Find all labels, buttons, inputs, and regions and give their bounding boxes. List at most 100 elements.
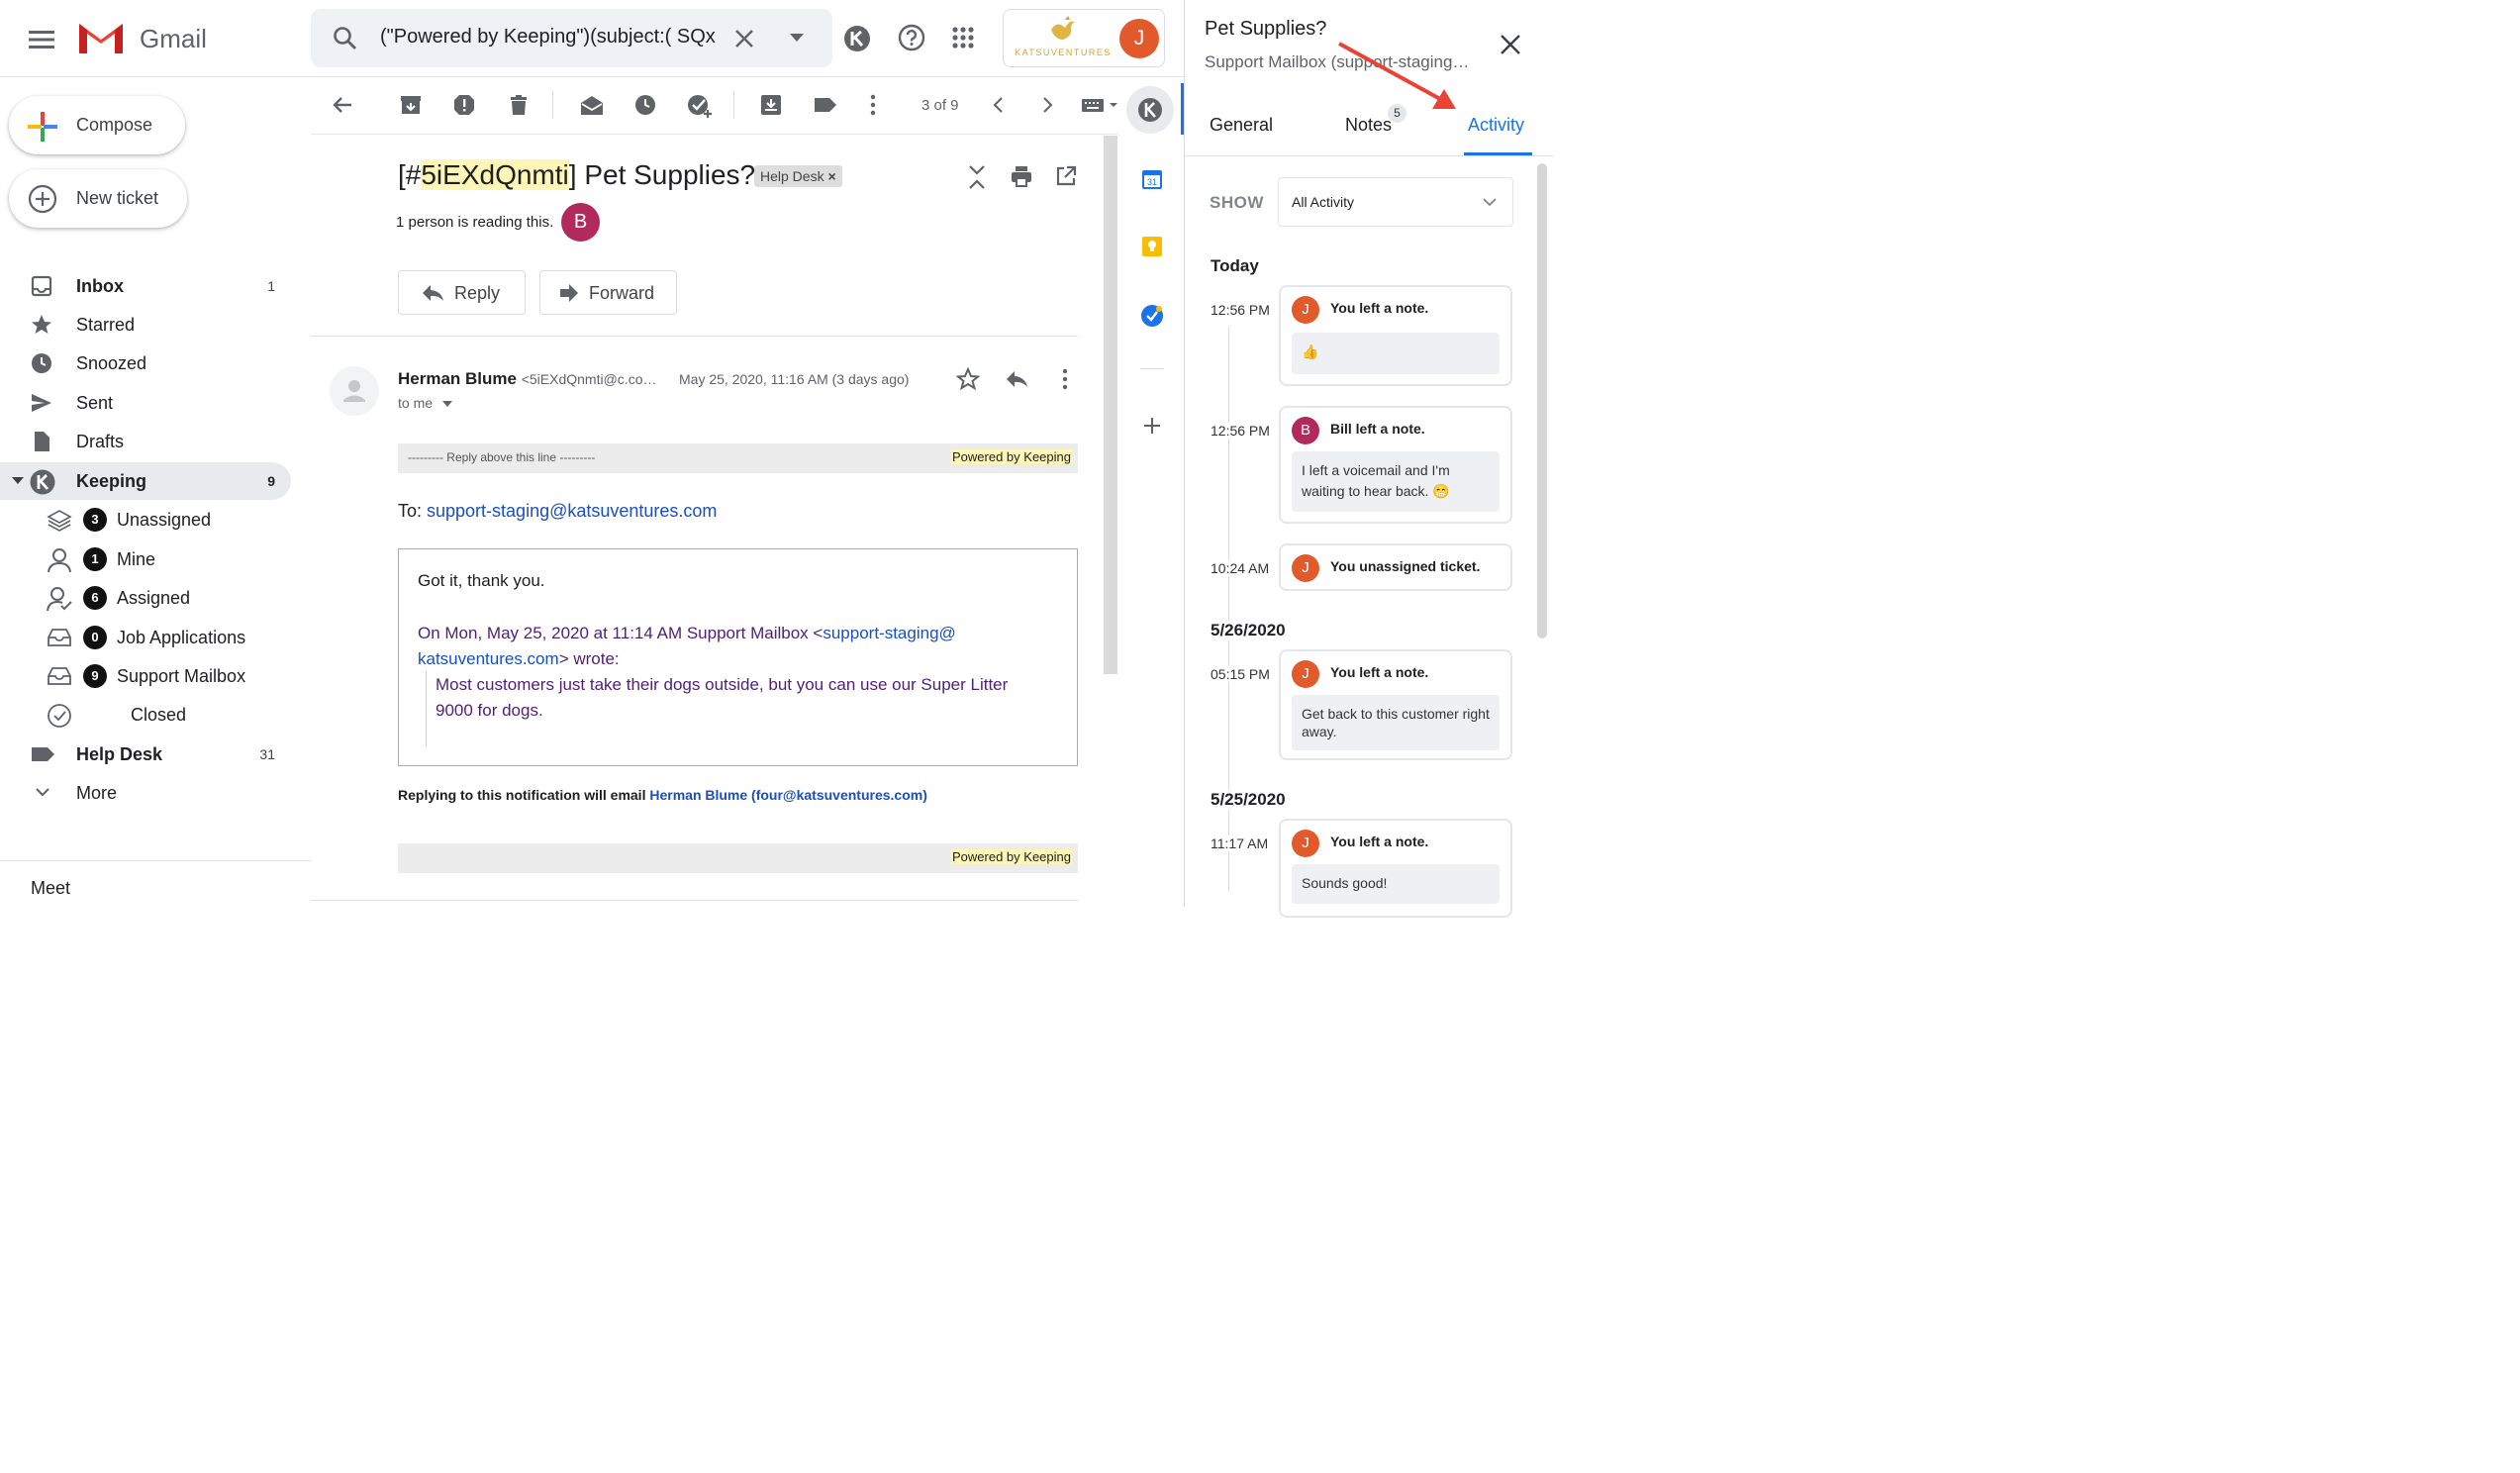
collapse-all-icon[interactable]: [966, 164, 988, 190]
sidebar-item-snoozed[interactable]: Snoozed: [0, 344, 291, 382]
keeping-addon-button[interactable]: [1126, 86, 1174, 134]
sidebar-item-mine[interactable]: 1 Mine: [0, 540, 291, 578]
prev-chevron-icon[interactable]: [990, 93, 1008, 117]
annotation-arrow-icon: [1333, 38, 1462, 117]
trash-icon[interactable]: [507, 93, 531, 117]
keeping-icon[interactable]: [843, 25, 871, 52]
open-new-window-icon[interactable]: [1054, 164, 1078, 188]
forward-button[interactable]: Forward: [539, 270, 677, 315]
label-chip-text: Help Desk: [760, 168, 824, 184]
activity-card[interactable]: J You unassigned ticket.: [1279, 543, 1512, 591]
label-chip[interactable]: Help Desk ×: [754, 165, 842, 187]
next-chevron-icon[interactable]: [1038, 93, 1056, 117]
sidebar-item-label: Starred: [76, 315, 136, 335]
snooze-icon[interactable]: [633, 93, 657, 117]
message-more-icon[interactable]: [1055, 367, 1075, 391]
new-ticket-label: New ticket: [76, 188, 159, 208]
reply-icon[interactable]: [1005, 369, 1028, 389]
to-address-link[interactable]: support-staging@katsuventures.com: [427, 501, 717, 521]
subject-prefix: [#: [398, 159, 422, 190]
activity-body: I left a voicemail and I'm waiting to he…: [1292, 451, 1500, 512]
quote-intro-wrote: > wrote:: [558, 649, 620, 668]
caret-down-icon[interactable]: [441, 401, 452, 408]
sidebar-item-label: Closed: [131, 705, 187, 725]
clear-search-icon[interactable]: [734, 29, 754, 49]
reply-line-bar: --------- Reply above this line --------…: [398, 443, 1078, 473]
activity-card[interactable]: J You left a note. Sounds good!: [1279, 819, 1512, 918]
star-outline-icon[interactable]: [956, 367, 980, 391]
calendar-icon[interactable]: 31: [1141, 168, 1163, 190]
subject-text: ] Pet Supplies?: [568, 159, 756, 190]
sidebar-item-help-desk[interactable]: Help Desk 31: [0, 736, 291, 773]
activity-card[interactable]: B Bill left a note. I left a voicemail a…: [1279, 406, 1512, 524]
sidebar-item-closed[interactable]: Closed: [0, 696, 291, 734]
pager-text: 3 of 9: [921, 97, 959, 114]
move-to-icon[interactable]: [759, 93, 783, 117]
count-badge: 1: [83, 547, 107, 571]
sidebar-item-sent[interactable]: Sent: [0, 384, 291, 422]
search-bar[interactable]: ("Powered by Keeping")(subject:( SQx: [311, 9, 832, 67]
activity-card[interactable]: J You left a note. Get back to this cust…: [1279, 649, 1512, 760]
sidebar-item-drafts[interactable]: Drafts: [0, 423, 291, 460]
sidebar-item-starred[interactable]: Starred: [0, 306, 291, 344]
powered-by-keeping: Powered by Keeping: [951, 449, 1072, 464]
help-icon[interactable]: [898, 24, 925, 51]
more-vert-icon[interactable]: [863, 93, 883, 117]
search-icon[interactable]: [333, 26, 358, 51]
add-task-icon[interactable]: [686, 93, 714, 119]
keyboard-icon[interactable]: [1081, 93, 1120, 117]
new-ticket-button[interactable]: New ticket: [9, 169, 187, 228]
mark-unread-icon[interactable]: [579, 93, 605, 117]
back-arrow-icon[interactable]: [331, 93, 354, 117]
panel-scrollbar[interactable]: [1537, 163, 1547, 638]
activity-time: 12:56 PM: [1211, 423, 1270, 439]
close-panel-icon[interactable]: [1500, 34, 1521, 55]
sidebar-item-keeping[interactable]: Keeping 9: [0, 462, 291, 500]
meet-divider: [0, 860, 311, 861]
labels-icon[interactable]: [813, 93, 838, 117]
activity-card[interactable]: J You left a note. 👍: [1279, 285, 1512, 386]
collapse-caret-icon[interactable]: [12, 477, 24, 485]
tasks-icon[interactable]: [1140, 304, 1164, 328]
sidebar-item-job-applications[interactable]: 0 Job Applications: [0, 619, 291, 656]
quote-email-link-cont[interactable]: katsuventures.com: [418, 649, 559, 668]
notify-text: Replying to this notification will email: [398, 787, 650, 803]
activity-avatar: B: [1292, 417, 1319, 444]
archive-icon[interactable]: [399, 93, 423, 117]
to-me-text: to me: [398, 395, 434, 411]
main-scrollbar[interactable]: [1104, 136, 1117, 674]
print-icon[interactable]: [1010, 164, 1033, 188]
sender-line: Herman Blume <5iEXdQnmti@c.co…: [398, 369, 656, 389]
reply-button[interactable]: Reply: [398, 270, 526, 315]
search-input[interactable]: ("Powered by Keeping")(subject:( SQx: [380, 26, 717, 49]
date-heading: 5/25/2020: [1211, 790, 1286, 810]
tab-general[interactable]: General: [1210, 115, 1273, 136]
gmail-logo-icon[interactable]: [77, 20, 125, 55]
sidebar-item-assigned[interactable]: 6 Assigned: [0, 579, 291, 617]
search-options-icon[interactable]: [790, 34, 804, 43]
add-addon-icon[interactable]: [1143, 417, 1161, 435]
layers-icon: [47, 508, 72, 532]
count-badge: 9: [83, 664, 107, 688]
sidebar-item-unassigned[interactable]: 3 Unassigned: [0, 501, 291, 539]
main-menu-icon[interactable]: [22, 20, 61, 59]
quote-email-link[interactable]: support-staging@: [823, 624, 955, 642]
recipients-dropdown[interactable]: to me: [398, 395, 452, 411]
report-spam-icon[interactable]: [452, 93, 476, 117]
tab-activity[interactable]: Activity: [1468, 115, 1524, 136]
compose-button[interactable]: Compose: [9, 96, 185, 154]
send-icon: [30, 391, 53, 415]
account-avatar[interactable]: J: [1119, 19, 1159, 58]
tab-notes[interactable]: Notes: [1345, 115, 1392, 136]
remove-label-icon[interactable]: ×: [827, 168, 835, 184]
sidebar-item-more[interactable]: More: [0, 774, 291, 812]
date-heading: 5/26/2020: [1211, 621, 1286, 640]
sidebar-item-inbox[interactable]: Inbox 1: [0, 267, 291, 305]
notify-email-link[interactable]: Herman Blume (four@katsuventures.com): [649, 787, 927, 803]
star-icon: [30, 313, 53, 337]
sidebar-item-support-mailbox[interactable]: 9 Support Mailbox: [0, 657, 291, 695]
account-switcher[interactable]: KATSUVENTURES J: [1003, 9, 1165, 67]
apps-grid-icon[interactable]: [952, 27, 974, 49]
keep-icon[interactable]: [1141, 236, 1163, 257]
activity-filter-select[interactable]: All Activity: [1278, 177, 1513, 227]
